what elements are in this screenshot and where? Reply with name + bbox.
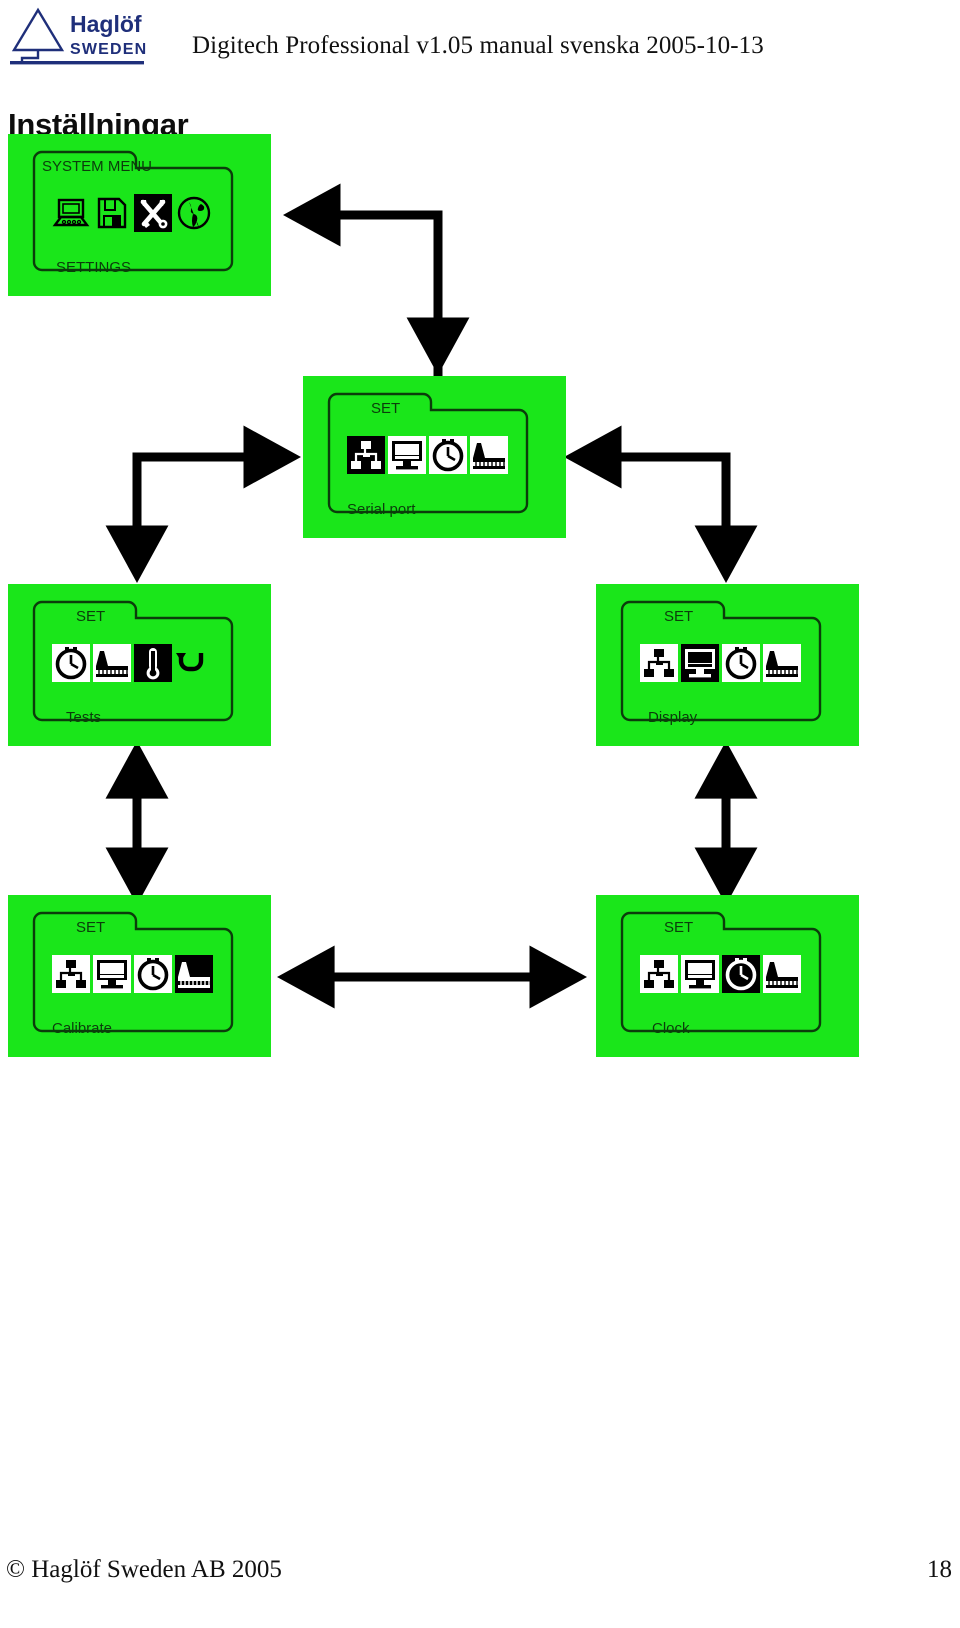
ruler-icon[interactable]: [470, 436, 508, 474]
clock-icon[interactable]: [722, 644, 760, 682]
ruler-icon[interactable]: [763, 644, 801, 682]
screen-caption: Clock: [652, 1020, 690, 1037]
footer-page-number: 18: [927, 1556, 952, 1583]
screen-title: SET: [664, 919, 694, 936]
screen-title: SET: [76, 919, 106, 936]
screen-clock[interactable]: SET Clock: [596, 895, 859, 1057]
screen-caption: Display: [648, 709, 698, 726]
footer-copyright: © Haglöf Sweden AB 2005: [6, 1556, 282, 1583]
screen-caption: Serial port: [347, 501, 416, 518]
screen-title: SYSTEM MENU: [42, 158, 153, 175]
screen-title: SET: [76, 608, 106, 625]
icon-row: [52, 194, 213, 232]
screen-title: SET: [664, 608, 694, 625]
icon-row: [640, 955, 801, 993]
clock-icon[interactable]: [429, 436, 467, 474]
clock-icon[interactable]: [52, 644, 90, 682]
icon-row: [640, 644, 801, 682]
ruler-icon[interactable]: [175, 955, 213, 993]
screen-caption: Tests: [66, 709, 102, 726]
icon-row: [52, 644, 213, 682]
ruler-icon[interactable]: [763, 955, 801, 993]
network-icon[interactable]: [640, 955, 678, 993]
svg-text:Haglöf: Haglöf: [70, 11, 142, 37]
floppy-disk-icon[interactable]: [93, 194, 131, 232]
arrow-serialport-to-tests: [105, 425, 301, 583]
screen-calibrate[interactable]: SET Calibrate: [8, 895, 271, 1057]
thermometer-icon[interactable]: [134, 644, 172, 682]
arrow-serialport-to-display: [564, 425, 758, 583]
screen-caption: SETTINGS: [56, 259, 132, 276]
document-page: Haglöf SWEDEN Digitech Professional v1.0…: [0, 0, 960, 1628]
screen-title: SET: [371, 400, 401, 417]
monitor-icon[interactable]: [681, 955, 719, 993]
settings-flow-diagram: SYSTEM MENU SETTINGS SET Serial port SET…: [0, 126, 960, 1066]
tools-icon[interactable]: [134, 194, 172, 232]
screen-caption: Calibrate: [52, 1020, 113, 1037]
network-icon[interactable]: [347, 436, 385, 474]
screen-system-menu[interactable]: SYSTEM MENU SETTINGS: [8, 134, 271, 296]
screen-display[interactable]: SET Display: [596, 584, 859, 746]
svg-text:SWEDEN: SWEDEN: [70, 41, 147, 58]
icon-row: [347, 436, 508, 474]
laptop-icon[interactable]: [52, 194, 90, 232]
screen-tests[interactable]: SET Tests: [8, 584, 271, 746]
monitor-icon[interactable]: [388, 436, 426, 474]
haglof-logo: Haglöf SWEDEN: [8, 6, 148, 68]
globe-icon[interactable]: [175, 194, 213, 232]
monitor-icon[interactable]: [681, 644, 719, 682]
network-icon[interactable]: [640, 644, 678, 682]
screen-serial-port[interactable]: SET Serial port: [303, 376, 566, 538]
ruler-icon[interactable]: [93, 644, 131, 682]
monitor-icon[interactable]: [93, 955, 131, 993]
clock-icon[interactable]: [722, 955, 760, 993]
document-header-title: Digitech Professional v1.05 manual svens…: [192, 32, 764, 59]
icon-row: [52, 955, 213, 993]
clock-icon[interactable]: [134, 955, 172, 993]
back-arrow-icon[interactable]: [175, 644, 213, 682]
network-icon[interactable]: [52, 955, 90, 993]
